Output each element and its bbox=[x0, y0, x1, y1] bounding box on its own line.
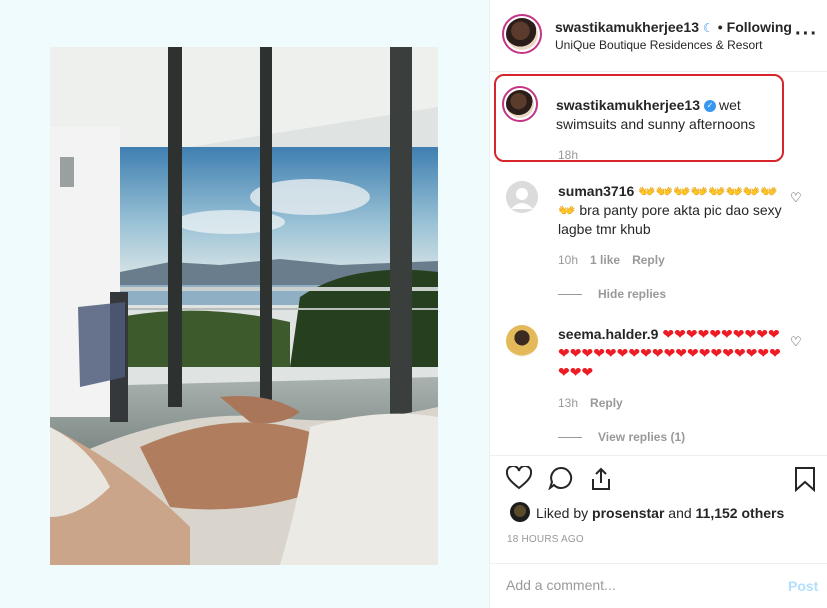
image-panel bbox=[0, 0, 489, 608]
reply-button[interactable]: Reply bbox=[590, 396, 623, 410]
caption-meta: 18h bbox=[558, 148, 590, 162]
default-avatar-icon bbox=[506, 181, 538, 213]
liked-by-prefix: Liked by bbox=[536, 505, 589, 521]
post-timestamp[interactable]: 18 HOURS AGO bbox=[507, 534, 584, 545]
location-link[interactable]: UniQue Boutique Residences & Resort bbox=[555, 38, 762, 52]
caption-text: swastikamukherjee13 ✓ wet swimsuits and su… bbox=[556, 96, 776, 134]
post-header: swastikamukherjee13 ☾ • Following UniQue Bo… bbox=[490, 0, 827, 72]
liker-username[interactable]: prosenstar bbox=[592, 505, 664, 521]
comment-form: Post bbox=[490, 563, 827, 608]
separator: • bbox=[717, 19, 723, 35]
following-button[interactable]: Following bbox=[727, 19, 792, 35]
hide-replies-button[interactable]: Hide replies bbox=[558, 287, 666, 301]
share-icon[interactable] bbox=[588, 466, 614, 498]
avatar[interactable] bbox=[510, 502, 530, 522]
heart-icon[interactable]: ♡ bbox=[790, 190, 802, 206]
avatar-image bbox=[506, 18, 538, 50]
crescent-moon-icon: ☾ bbox=[702, 21, 714, 35]
more-options-icon[interactable]: ··· bbox=[795, 23, 818, 46]
others-count[interactable]: 11,152 others bbox=[696, 505, 785, 521]
liked-by-and: and bbox=[668, 505, 692, 521]
avatar[interactable] bbox=[502, 86, 538, 122]
comment-body: bra panty pore akta pic dao sexy lagbe t… bbox=[558, 202, 782, 237]
post-photo[interactable] bbox=[50, 47, 438, 565]
view-replies-button[interactable]: View replies (1) bbox=[558, 430, 685, 444]
caption-username[interactable]: swastikamukherjee13 bbox=[556, 97, 700, 113]
comment-meta: 13h Reply bbox=[558, 396, 635, 410]
comment-username[interactable]: suman3716 bbox=[558, 183, 634, 199]
avatar[interactable] bbox=[502, 14, 542, 54]
header-username[interactable]: swastikamukherjee13 bbox=[555, 19, 699, 35]
post-photo-illustration bbox=[50, 47, 438, 565]
comment-likes[interactable]: 1 like bbox=[590, 253, 620, 267]
likes-summary: Liked by prosenstar and 11,152 others bbox=[536, 505, 784, 521]
post-button[interactable]: Post bbox=[788, 578, 818, 594]
avatar-image bbox=[506, 90, 534, 118]
caption-time[interactable]: 18h bbox=[558, 148, 578, 162]
heart-icon[interactable]: ♡ bbox=[790, 334, 802, 350]
comment-text: seema.halder.9 ❤❤❤❤❤❤❤❤❤❤❤❤❤❤❤❤❤❤❤❤❤❤❤❤❤❤… bbox=[558, 325, 783, 382]
avatar[interactable] bbox=[506, 181, 538, 213]
bookmark-icon[interactable] bbox=[794, 466, 816, 498]
comment-time[interactable]: 13h bbox=[558, 396, 578, 410]
comment-time[interactable]: 10h bbox=[558, 253, 578, 267]
comment-username[interactable]: seema.halder.9 bbox=[558, 326, 658, 342]
comment-input[interactable] bbox=[506, 577, 766, 593]
reply-button[interactable]: Reply bbox=[632, 253, 665, 267]
heart-icon[interactable] bbox=[505, 464, 533, 496]
header-user-line: swastikamukherjee13 ☾ • Following bbox=[555, 19, 792, 35]
comment-icon[interactable] bbox=[548, 466, 574, 496]
avatar[interactable] bbox=[506, 325, 538, 357]
verified-badge-icon: ✓ bbox=[703, 100, 716, 113]
comment-meta: 10h 1 like Reply bbox=[558, 253, 677, 267]
comment-text: suman3716 👐👐👐👐👐👐👐👐👐 bra panty pore akta p… bbox=[558, 182, 783, 239]
post-sidebar: swastikamukherjee13 ☾ • Following UniQue Bo… bbox=[489, 0, 827, 608]
caption-highlight: swastikamukherjee13 ✓ wet swimsuits and su… bbox=[494, 74, 784, 162]
